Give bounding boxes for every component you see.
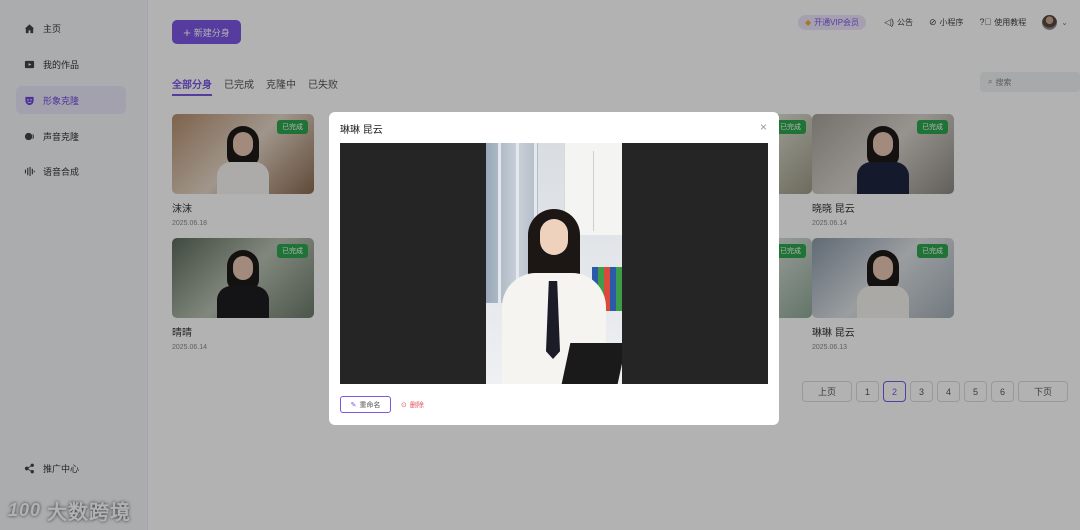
video-frame: [486, 143, 622, 384]
preview-modal: 琳琳 昆云 × ✎ 重命名 ⊙ 删除: [329, 112, 779, 425]
trash-icon: ⊙: [401, 401, 407, 409]
modal-title: 琳琳 昆云: [340, 125, 383, 136]
close-icon[interactable]: ×: [760, 120, 767, 134]
laptop: [561, 343, 622, 384]
rename-button[interactable]: ✎ 重命名: [340, 396, 391, 413]
app-root: 主页 我的作品 形象克隆 声音克隆 语音合成 推广中心 + 新建分身 ◆ 开通V…: [0, 0, 1080, 530]
video-player[interactable]: [340, 143, 768, 384]
rename-label: 重命名: [359, 401, 381, 409]
delete-label: 删除: [409, 401, 424, 409]
edit-icon: ✎: [350, 401, 357, 409]
delete-button[interactable]: ⊙ 删除: [401, 396, 424, 413]
